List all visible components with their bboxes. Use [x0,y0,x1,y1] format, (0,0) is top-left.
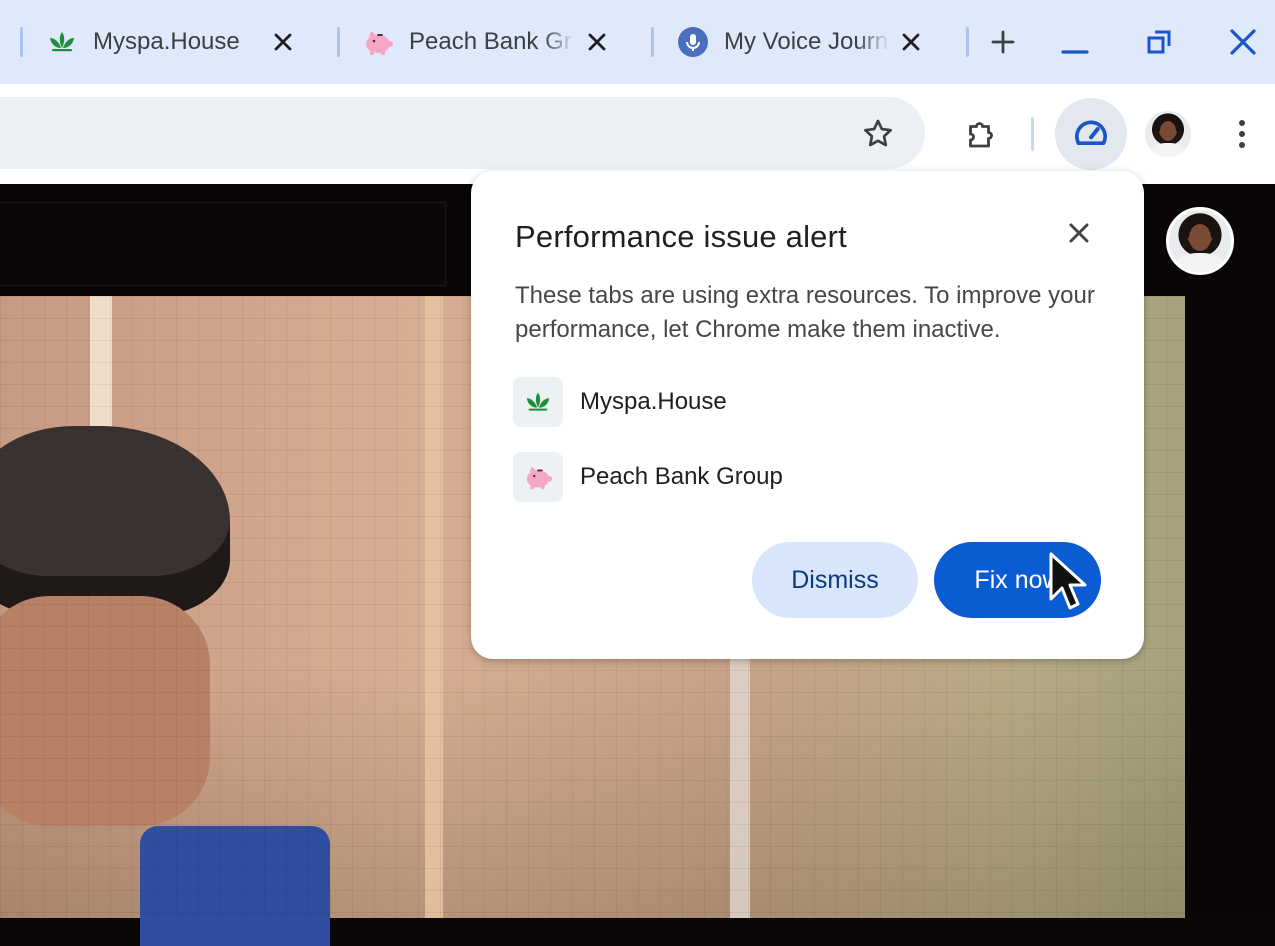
tab-separator [20,27,23,57]
tab-close-button[interactable] [577,14,617,70]
address-bar[interactable] [0,97,925,169]
kebab-menu-icon [1239,120,1245,148]
dialog-description: These tabs are using extra resources. To… [515,282,1095,343]
extensions-button[interactable] [953,106,1009,162]
tab-strip: Myspa.House Peach Bank Gr My Voice Journ [0,0,1275,84]
close-window-button[interactable] [1215,14,1271,70]
tab-separator [966,27,969,57]
profile-avatar[interactable] [1145,111,1191,157]
close-icon [1230,29,1256,55]
avatar-face [1188,223,1212,251]
tab-close-button[interactable] [891,14,931,70]
restore-button[interactable] [1131,14,1187,70]
bookmark-button[interactable] [850,106,906,162]
performance-alert-dialog: Performance issue alert These tabs are u… [471,171,1144,659]
avatar-shirt [1175,253,1225,272]
minimize-button[interactable] [1047,14,1103,70]
tab-separator [651,27,654,57]
close-icon [1069,223,1089,243]
mouse-pointer-icon [1049,552,1087,610]
video-header-bar [0,202,446,286]
tab-peach-bank[interactable]: Peach Bank Gr [361,14,579,70]
tab-title: My Voice Journ [724,28,889,55]
speedometer-icon [1075,120,1107,145]
toolbar-separator [1031,117,1034,151]
piggy-bank-icon [361,25,395,59]
avatar-shirt [1149,143,1187,157]
minimize-icon [1061,50,1089,54]
star-icon [864,119,892,147]
tab-voice-journal[interactable]: My Voice Journ [676,14,894,70]
site-name: Peach Bank Group [580,463,783,490]
tab-myspa[interactable]: Myspa.House [45,14,245,70]
browser-toolbar [0,84,1275,184]
chrome-menu-button[interactable] [1220,106,1264,162]
restore-icon [1147,30,1171,54]
site-row-myspa: Myspa.House [513,376,727,428]
participant-avatar[interactable] [1166,207,1234,275]
avatar-face [1159,121,1177,142]
dismiss-button[interactable]: Dismiss [752,542,918,618]
dialog-title: Performance issue alert [515,219,847,254]
site-row-peach-bank: Peach Bank Group [513,451,783,503]
tab-separator [337,27,340,57]
close-icon [588,33,606,51]
close-icon [902,33,920,51]
close-icon [274,33,292,51]
tab-title: Myspa.House [93,28,240,55]
piggy-bank-icon [513,452,563,502]
puzzle-icon [969,122,993,148]
new-tab-button[interactable] [975,14,1031,70]
leaf-icon [45,25,79,59]
tab-title: Peach Bank Gr [409,28,572,55]
leaf-icon [513,377,563,427]
site-name: Myspa.House [580,388,727,415]
dialog-close-button[interactable] [1059,213,1099,253]
microphone-icon [676,25,710,59]
tab-close-button[interactable] [263,14,303,70]
performance-button[interactable] [1055,98,1127,170]
plus-icon [991,30,1015,54]
